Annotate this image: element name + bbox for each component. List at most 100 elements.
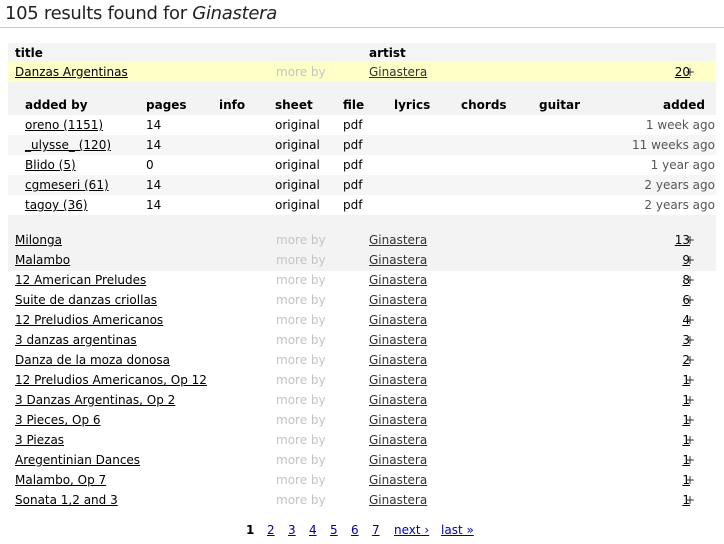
result-title-link[interactable]: Aregentinian Dances	[15, 453, 140, 467]
artist-link[interactable]: Ginastera	[369, 293, 427, 307]
more-by-label: more by	[276, 393, 326, 407]
artist-link[interactable]: Ginastera	[369, 273, 427, 287]
page-link[interactable]: 2	[267, 523, 275, 537]
next-page-link[interactable]: next ›	[394, 523, 429, 537]
result-row[interactable]: 12 Preludios Americanos more by Ginaster…	[8, 310, 716, 330]
result-title-link[interactable]: Milonga	[15, 233, 62, 247]
result-title-link[interactable]: 3 Pieces, Op 6	[15, 413, 101, 427]
result-title-link[interactable]: 3 Danzas Argentinas, Op 2	[15, 393, 175, 407]
result-row[interactable]: Malambo, Op 7 more by Ginastera 1 +	[8, 470, 716, 490]
expand-plus-button[interactable]: +	[685, 493, 695, 507]
expand-plus-button[interactable]: +	[685, 65, 695, 79]
heading-query: Ginastera	[192, 3, 277, 24]
added-value: 2 years ago	[644, 198, 715, 212]
expand-plus-button[interactable]: +	[685, 313, 695, 327]
artist-link[interactable]: Ginastera	[369, 453, 427, 467]
result-row[interactable]: Danza de la moza donosa more by Ginaster…	[8, 350, 716, 370]
result-row[interactable]: Malambo more by Ginastera 9 +	[8, 250, 716, 270]
more-by-label: more by	[276, 333, 326, 347]
result-title-link[interactable]: 12 Preludios Americanos	[15, 313, 163, 327]
expand-plus-button[interactable]: +	[685, 333, 695, 347]
artist-link[interactable]: Ginastera	[369, 65, 427, 79]
result-row[interactable]: 3 Piezas more by Ginastera 1 +	[8, 430, 716, 450]
version-row[interactable]: cgmeseri (61) 14 original pdf 2 years ag…	[8, 175, 716, 195]
uploader-link[interactable]: _ulysse_ (120)	[25, 138, 111, 152]
artist-link[interactable]: Ginastera	[369, 333, 427, 347]
expand-plus-button[interactable]: +	[685, 273, 695, 287]
uploader-link[interactable]: cgmeseri (61)	[25, 178, 109, 192]
result-title-link[interactable]: Danzas Argentinas	[15, 65, 128, 79]
more-by-label: more by	[276, 273, 326, 287]
result-row-selected[interactable]: Danzas Argentinas more by Ginastera 20 +	[8, 62, 716, 82]
pages-value: 14	[146, 198, 162, 212]
version-row[interactable]: Blido (5) 0 original pdf 1 year ago	[8, 155, 716, 175]
version-row[interactable]: _ulysse_ (120) 14 original pdf 11 weeks …	[8, 135, 716, 155]
result-title-link[interactable]: Malambo, Op 7	[15, 473, 106, 487]
expand-plus-button[interactable]: +	[685, 353, 695, 367]
file-value: pdf	[343, 178, 363, 192]
expand-plus-button[interactable]: +	[685, 233, 695, 247]
expand-plus-button[interactable]: +	[685, 413, 695, 427]
title-divider	[0, 27, 724, 28]
more-by-label: more by	[276, 253, 326, 267]
artist-link[interactable]: Ginastera	[369, 233, 427, 247]
artist-link[interactable]: Ginastera	[369, 413, 427, 427]
added-value: 1 year ago	[650, 158, 715, 172]
result-row[interactable]: Sonata 1,2 and 3 more by Ginastera 1 +	[8, 490, 716, 510]
artist-link[interactable]: Ginastera	[369, 393, 427, 407]
page-link[interactable]: 5	[330, 523, 338, 537]
artist-link[interactable]: Ginastera	[369, 313, 427, 327]
more-by-label: more by	[276, 473, 326, 487]
artist-link[interactable]: Ginastera	[369, 253, 427, 267]
uploader-link[interactable]: tagoy (36)	[25, 198, 88, 212]
page-link[interactable]: 6	[351, 523, 359, 537]
page-link[interactable]: 4	[309, 523, 317, 537]
expand-plus-button[interactable]: +	[685, 373, 695, 387]
sheet-value: original	[275, 198, 320, 212]
result-title-link[interactable]: 3 danzas argentinas	[15, 333, 137, 347]
result-row[interactable]: Suite de danzas criollas more by Ginaste…	[8, 290, 716, 310]
uploader-link[interactable]: oreno (1151)	[25, 118, 103, 132]
result-title-link[interactable]: Suite de danzas criollas	[15, 293, 157, 307]
expand-plus-button[interactable]: +	[685, 433, 695, 447]
result-row[interactable]: 12 American Preludes more by Ginastera 8…	[8, 270, 716, 290]
expand-plus-button[interactable]: +	[685, 293, 695, 307]
result-title-link[interactable]: 3 Piezas	[15, 433, 64, 447]
version-row[interactable]: tagoy (36) 14 original pdf 2 years ago	[8, 195, 716, 215]
expand-plus-button[interactable]: +	[685, 453, 695, 467]
result-row[interactable]: 12 Preludios Americanos, Op 12 more by G…	[8, 370, 716, 390]
uploader-link[interactable]: Blido (5)	[25, 158, 76, 172]
artist-link[interactable]: Ginastera	[369, 373, 427, 387]
artist-link[interactable]: Ginastera	[369, 433, 427, 447]
header-info: info	[219, 98, 246, 112]
header-pages: pages	[146, 98, 187, 112]
artist-link[interactable]: Ginastera	[369, 493, 427, 507]
result-title-link[interactable]: Sonata 1,2 and 3	[15, 493, 118, 507]
result-row[interactable]: Milonga more by Ginastera 13 +	[8, 230, 716, 250]
last-page-link[interactable]: last »	[441, 523, 474, 537]
result-row[interactable]: Aregentinian Dances more by Ginastera 1 …	[8, 450, 716, 470]
file-value: pdf	[343, 138, 363, 152]
result-row[interactable]: 3 Danzas Argentinas, Op 2 more by Ginast…	[8, 390, 716, 410]
header-chords: chords	[461, 98, 507, 112]
result-title-link[interactable]: 12 American Preludes	[15, 273, 146, 287]
expand-plus-button[interactable]: +	[685, 473, 695, 487]
file-value: pdf	[343, 118, 363, 132]
artist-link[interactable]: Ginastera	[369, 473, 427, 487]
header-added: added	[662, 98, 705, 112]
expand-plus-button[interactable]: +	[685, 253, 695, 267]
page-link[interactable]: 3	[288, 523, 296, 537]
result-row[interactable]: 3 Pieces, Op 6 more by Ginastera 1 +	[8, 410, 716, 430]
version-row[interactable]: oreno (1151) 14 original pdf 1 week ago	[8, 115, 716, 135]
result-title-link[interactable]: 12 Preludios Americanos, Op 12	[15, 373, 207, 387]
page-link[interactable]: 7	[372, 523, 380, 537]
more-by-label: more by	[276, 313, 326, 327]
result-row[interactable]: 3 danzas argentinas more by Ginastera 3 …	[8, 330, 716, 350]
sheet-value: original	[275, 158, 320, 172]
artist-link[interactable]: Ginastera	[369, 353, 427, 367]
expand-plus-button[interactable]: +	[685, 393, 695, 407]
result-title-link[interactable]: Malambo	[15, 253, 70, 267]
results-table: title artist Danzas Argentinas more by G…	[8, 43, 716, 515]
result-title-link[interactable]: Danza de la moza donosa	[15, 353, 170, 367]
more-by-label: more by	[276, 65, 326, 79]
